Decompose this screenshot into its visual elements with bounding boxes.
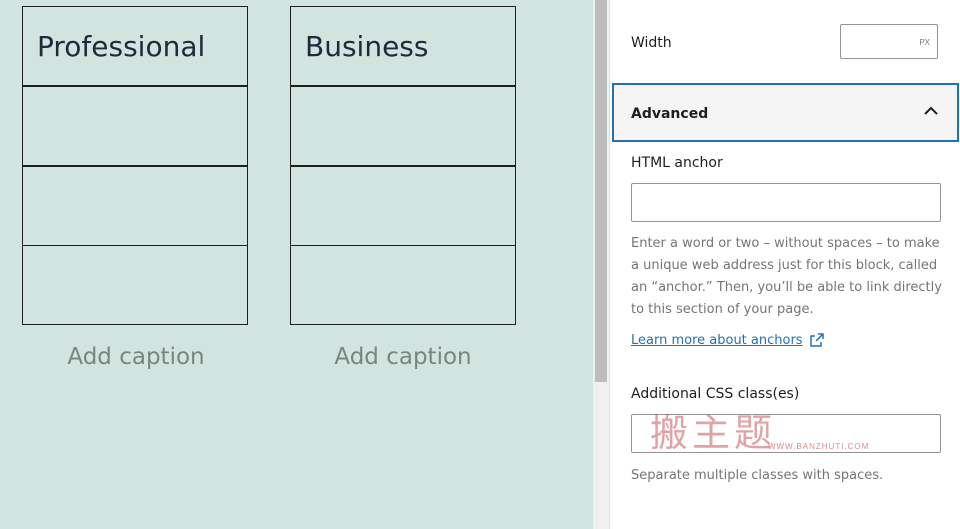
external-link-icon[interactable] [809, 332, 825, 348]
html-anchor-input[interactable] [631, 183, 941, 222]
css-classes-label: Additional CSS class(es) [631, 386, 800, 402]
advanced-title: Advanced [631, 106, 709, 122]
watermark: 搬主题 WWW.BANZHUTI.COM [650, 402, 880, 456]
watermark-text: 搬主题 [650, 411, 777, 455]
learn-more-anchors-link[interactable]: Learn more about anchors [631, 333, 803, 348]
advanced-panel-toggle[interactable]: Advanced [612, 83, 959, 142]
table-cell[interactable] [290, 245, 516, 325]
table-cell[interactable] [22, 85, 248, 167]
html-anchor-label: HTML anchor [631, 155, 723, 171]
table-business[interactable]: Business [290, 6, 516, 325]
table-caption[interactable]: Add caption [22, 344, 250, 370]
table-professional[interactable]: Professional [22, 6, 248, 325]
table-header-cell[interactable]: Business [290, 6, 516, 87]
html-anchor-help: Enter a word or two – without spaces – t… [631, 236, 942, 317]
width-input[interactable]: PX [840, 24, 938, 59]
scrollbar-thumb[interactable] [595, 0, 607, 382]
table-header-cell[interactable]: Professional [22, 6, 248, 87]
chevron-up-icon [924, 106, 938, 115]
table-cell[interactable] [290, 165, 516, 246]
css-classes-help: Separate multiple classes with spaces. [631, 468, 884, 483]
editor-canvas: Professional Add caption Business Add ca… [0, 0, 593, 529]
width-unit: PX [919, 38, 930, 47]
width-label: Width [631, 35, 672, 51]
table-cell[interactable] [22, 245, 248, 325]
canvas-scrollbar[interactable] [593, 0, 609, 529]
watermark-url: WWW.BANZHUTI.COM [768, 442, 870, 451]
table-caption[interactable]: Add caption [289, 344, 517, 370]
table-cell[interactable] [22, 165, 248, 246]
settings-sidebar: Width PX Advanced HTML anchor Enter a wo… [609, 0, 960, 529]
table-cell[interactable] [290, 85, 516, 167]
